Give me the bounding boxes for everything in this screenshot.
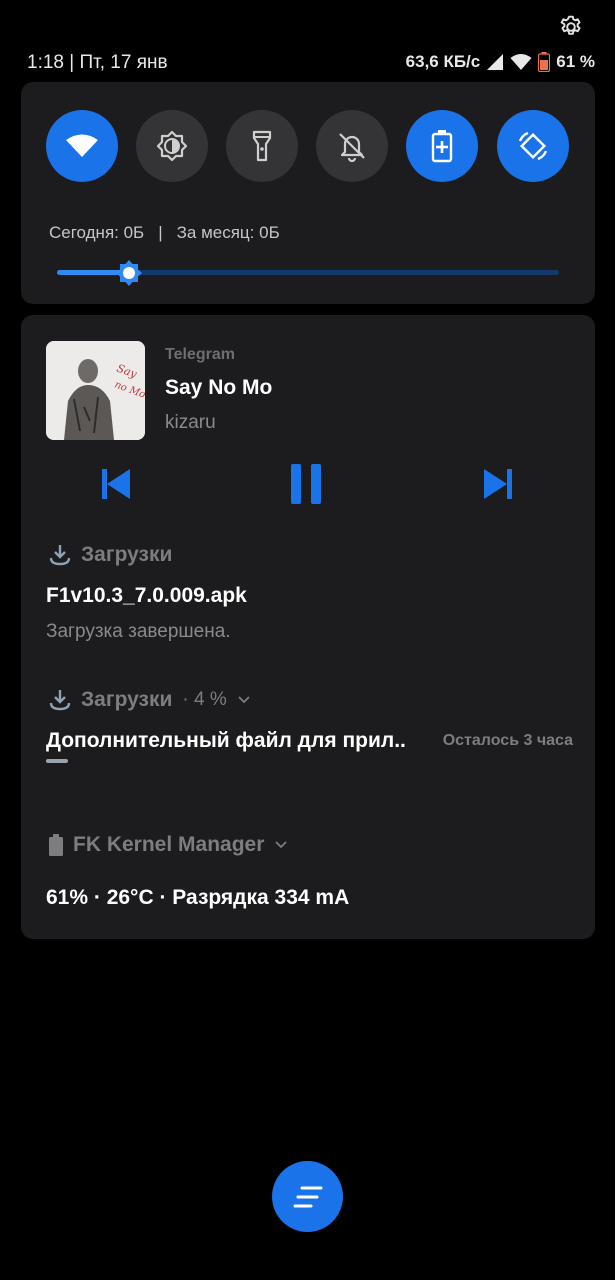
- battery-icon: [49, 834, 63, 856]
- fk-kernel-info: 61% · 26°C · Разрядка 334 mA: [46, 886, 350, 909]
- list-icon: [293, 1186, 322, 1207]
- notifications-panel: Say no Mo Telegram Say No Mo kizaru Загр…: [21, 315, 595, 939]
- media-artist: kizaru: [165, 412, 216, 433]
- chevron-down-icon: [238, 696, 250, 704]
- status-indicators: 63,6 КБ/с 61 %: [406, 52, 595, 72]
- status-time-date: 1:18 | Пт, 17 янв: [27, 52, 168, 73]
- album-art[interactable]: Say no Mo: [46, 341, 145, 440]
- quick-settings-panel: Сегодня: 0Б | За месяц: 0Б: [21, 82, 595, 304]
- flashlight-icon: [252, 130, 272, 162]
- battery-icon: [538, 52, 551, 72]
- media-title: Say No Mo: [165, 376, 273, 399]
- notification-shade: 1:18 | Пт, 17 янв 63,6 КБ/с 61 % Сегодня…: [0, 0, 615, 1280]
- download-icon: [49, 690, 71, 711]
- pause-button[interactable]: [284, 460, 328, 508]
- battery-saver-toggle[interactable]: [406, 110, 478, 182]
- download-progress-bar: [46, 759, 68, 763]
- brightness-icon: [156, 130, 188, 162]
- rotate-icon: [518, 131, 548, 161]
- fk-kernel-app-name: FK Kernel Manager: [73, 833, 265, 856]
- data-today: Сегодня: 0Б: [49, 223, 145, 242]
- media-app-name: Telegram: [165, 346, 235, 363]
- manage-notifications-button[interactable]: [272, 1161, 343, 1232]
- download-percent: · 4 %: [182, 689, 227, 710]
- download-file-name[interactable]: F1v10.3_7.0.009.apk: [46, 584, 247, 608]
- auto-rotate-toggle[interactable]: [497, 110, 569, 182]
- auto-brightness-toggle[interactable]: [136, 110, 208, 182]
- flashlight-toggle[interactable]: [226, 110, 298, 182]
- wifi-icon: [66, 134, 98, 157]
- wifi-icon: [510, 53, 532, 71]
- pause-icon: [291, 464, 321, 504]
- download-progress-file[interactable]: Дополнительный файл для прил..: [46, 729, 406, 753]
- brightness-thumb[interactable]: [115, 259, 143, 287]
- download-remaining: Осталось 3 часа: [442, 732, 573, 749]
- net-speed: 63,6 КБ/с: [405, 52, 481, 71]
- gear-icon[interactable]: [558, 14, 584, 40]
- previous-track-button[interactable]: [94, 460, 138, 508]
- download-status: Загрузка завершена.: [46, 621, 231, 642]
- data-separator: |: [158, 223, 163, 242]
- skip-previous-icon: [102, 469, 130, 499]
- fk-kernel-header[interactable]: FK Kernel Manager: [49, 833, 288, 857]
- downloads-header-label: Загрузки: [81, 543, 173, 566]
- downloads-header[interactable]: Загрузки: [49, 543, 172, 567]
- data-usage: Сегодня: 0Б | За месяц: 0Б: [49, 223, 280, 243]
- download-icon: [49, 545, 71, 566]
- skip-next-icon: [484, 469, 512, 499]
- downloads-progress-label: Загрузки: [81, 688, 173, 711]
- downloads-progress-header[interactable]: Загрузки · 4 %: [49, 688, 251, 712]
- silent-toggle[interactable]: [316, 110, 388, 182]
- data-month: За месяц: 0Б: [176, 223, 280, 242]
- next-track-button[interactable]: [476, 460, 520, 508]
- signal-icon: [486, 53, 504, 71]
- wifi-toggle[interactable]: [46, 110, 118, 182]
- bell-off-icon: [339, 133, 365, 162]
- chevron-down-icon: [275, 841, 288, 849]
- battery-percent: 61 %: [556, 52, 595, 71]
- battery-plus-icon: [431, 130, 453, 163]
